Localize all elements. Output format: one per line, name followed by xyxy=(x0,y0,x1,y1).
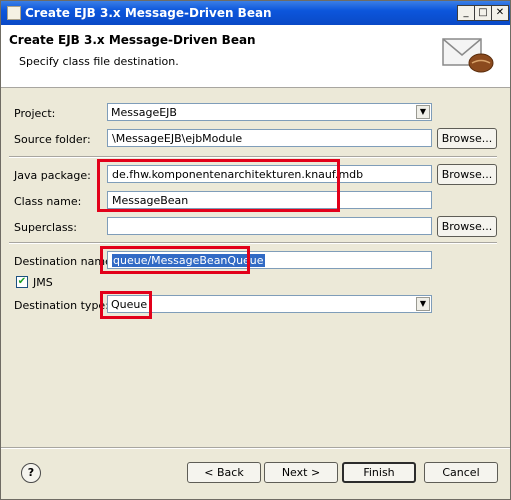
project-value: MessageEJB xyxy=(111,106,177,119)
cancel-button[interactable]: Cancel xyxy=(424,462,498,483)
back-button[interactable]: < Back xyxy=(187,462,261,483)
destination-type-label: Destination type: xyxy=(14,299,109,312)
destination-name-field[interactable]: queue/MessageBeanQueue xyxy=(107,251,432,269)
destination-type-combo[interactable]: Queue ▼ xyxy=(107,295,432,313)
project-label: Project: xyxy=(14,107,56,120)
wizard-window: Create EJB 3.x Message-Driven Bean _ □ ✕… xyxy=(0,0,511,500)
destination-name-label: Destination name: xyxy=(14,255,116,268)
chevron-down-icon[interactable]: ▼ xyxy=(416,297,430,311)
jms-label: JMS xyxy=(33,276,53,289)
superclass-label: Superclass: xyxy=(14,221,77,234)
finish-button[interactable]: Finish xyxy=(342,462,416,483)
window-title: Create EJB 3.x Message-Driven Bean xyxy=(25,6,272,20)
java-package-field[interactable]: de.fhw.komponentenarchitekturen.knauf.md… xyxy=(107,165,432,183)
source-folder-label: Source folder: xyxy=(14,133,91,146)
source-folder-browse-button[interactable]: Browse... xyxy=(437,128,497,149)
project-combo[interactable]: MessageEJB ▼ xyxy=(107,103,432,121)
wizard-header: Create EJB 3.x Message-Driven Bean Speci… xyxy=(1,25,510,88)
destination-name-value: queue/MessageBeanQueue xyxy=(112,254,265,267)
app-icon xyxy=(7,6,21,20)
close-button[interactable]: ✕ xyxy=(491,5,509,21)
next-button[interactable]: Next > xyxy=(264,462,338,483)
destination-type-value: Queue xyxy=(111,298,148,311)
class-name-label: Class name: xyxy=(14,195,82,208)
java-package-browse-button[interactable]: Browse... xyxy=(437,164,497,185)
envelope-bean-icon xyxy=(442,38,494,73)
title-bar: Create EJB 3.x Message-Driven Bean _ □ ✕ xyxy=(1,1,510,25)
separator xyxy=(9,156,497,158)
chevron-down-icon[interactable]: ▼ xyxy=(416,105,430,119)
superclass-field[interactable] xyxy=(107,217,432,235)
page-subtitle: Specify class file destination. xyxy=(19,55,179,68)
class-name-field[interactable]: MessageBean xyxy=(107,191,432,209)
page-title: Create EJB 3.x Message-Driven Bean xyxy=(9,33,256,47)
source-folder-field[interactable]: \MessageEJB\ejbModule xyxy=(107,129,432,147)
footer-separator xyxy=(1,447,510,449)
maximize-button[interactable]: □ xyxy=(474,5,492,21)
help-icon[interactable]: ? xyxy=(21,463,41,483)
java-package-label: Java package: xyxy=(14,169,91,182)
minimize-button[interactable]: _ xyxy=(457,5,475,21)
jms-checkbox[interactable]: ✔ xyxy=(16,276,28,288)
separator xyxy=(9,242,497,244)
superclass-browse-button[interactable]: Browse... xyxy=(437,216,497,237)
